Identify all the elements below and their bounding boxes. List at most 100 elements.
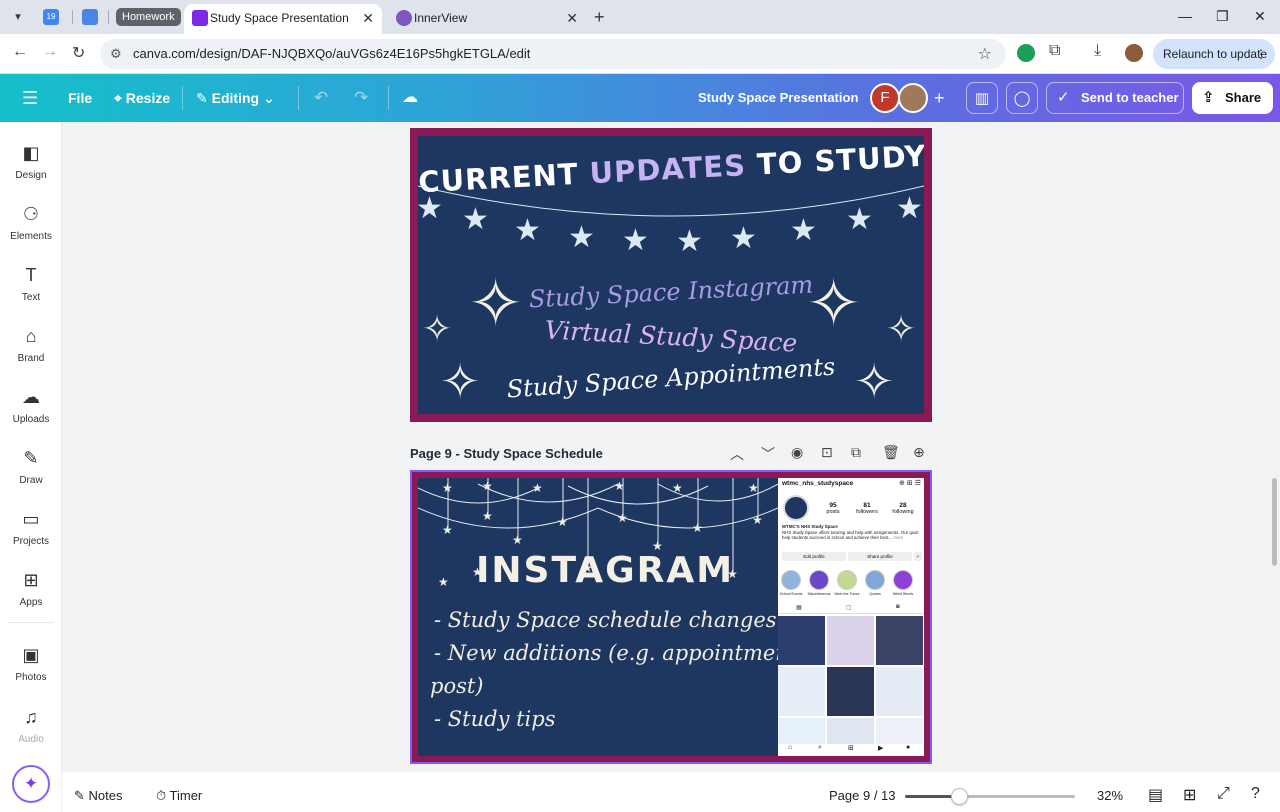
tab-study-space-presentation[interactable]: Study Space Presentation - Pres ✕	[184, 4, 382, 34]
calendar-favicon-icon[interactable]: 19	[43, 9, 59, 25]
sidebar-item-label: Uploads	[12, 414, 50, 425]
header-divider	[388, 86, 389, 110]
comments-icon[interactable]: ◯	[1006, 82, 1038, 114]
pencil-icon: ✎	[196, 90, 212, 106]
relaunch-label: Relaunch to update	[1163, 47, 1268, 61]
magic-sparkle-button[interactable]: ✦	[12, 765, 50, 803]
highlight-label: Wield Words	[892, 592, 914, 596]
page-indicator[interactable]: Page 9 / 13	[829, 788, 896, 803]
grammarly-extension-icon[interactable]	[1017, 44, 1035, 62]
sidebar-item-projects[interactable]: ▭ Projects	[0, 508, 62, 547]
uploads-icon: ☁	[22, 387, 40, 407]
canva-sidebar: ◧ Design ⚆ Elements T Text ⌂ Brand ☁ Uploads …	[0, 122, 62, 812]
site-info-icon[interactable]: ⚙	[110, 46, 122, 62]
svg-text:★: ★	[896, 191, 923, 226]
sidebar-item-elements[interactable]: ⚆ Elements	[0, 203, 62, 242]
tab-search-chevron-icon[interactable]: ▾	[8, 6, 28, 26]
editing-mode-button[interactable]: ✎ Editing ⌄	[196, 74, 275, 122]
zoom-slider[interactable]	[905, 788, 1075, 805]
page-title[interactable]: Page 9 - Study Space Schedule	[410, 446, 603, 461]
more-vertical-icon[interactable]: ⋮	[1255, 39, 1267, 69]
sidebar-item-label: Elements	[10, 231, 52, 242]
lock-page-icon[interactable]: ⊡	[821, 444, 833, 461]
forward-icon[interactable]: →	[42, 43, 58, 61]
user-avatar[interactable]	[898, 83, 928, 113]
bookmark-star-icon[interactable]: ☆	[978, 44, 992, 64]
tab-group-homework[interactable]: Homework	[116, 8, 181, 26]
add-page-icon[interactable]: ⊕	[913, 444, 925, 461]
sidebar-item-brand[interactable]: ⌂ Brand	[0, 325, 62, 364]
instagram-stat: 28 following	[888, 502, 918, 515]
presentation-title[interactable]: Study Space Presentation	[698, 74, 858, 122]
duplicate-page-icon[interactable]: ⧉	[851, 444, 861, 461]
new-tab-icon[interactable]: +	[594, 8, 605, 26]
back-icon[interactable]: ←	[12, 43, 28, 61]
sidebar-item-uploads[interactable]: ☁ Uploads	[0, 386, 62, 425]
vertical-scrollbar[interactable]	[1272, 478, 1277, 566]
instagram-stat: 95 posts	[818, 502, 848, 515]
send-to-teacher-button[interactable]: ✓ Send to teacher	[1046, 82, 1184, 114]
timer-button[interactable]: ⏱ Timer	[156, 788, 202, 804]
cloud-saved-icon[interactable]: ☁	[402, 74, 418, 122]
notes-label: Notes	[88, 788, 123, 803]
address-bar[interactable]: ⚙ canva.com/design/DAF-NJQBXQo/auVGs6z4E…	[100, 39, 1006, 69]
add-collaborator-icon[interactable]: +	[934, 74, 945, 122]
resize-button[interactable]: ⌖ Resize	[114, 74, 170, 122]
tab-innerview[interactable]: InnerView ✕	[388, 4, 586, 34]
move-page-down-icon[interactable]: ﹀	[761, 444, 775, 464]
header-divider	[298, 86, 299, 110]
share-button[interactable]: ⇪ Share	[1192, 82, 1273, 114]
fullscreen-icon[interactable]: ⤢	[1217, 785, 1230, 803]
help-icon[interactable]: ?	[1251, 785, 1260, 803]
undo-icon[interactable]: ↶	[314, 74, 328, 122]
main-menu-icon[interactable]: ☰	[22, 74, 38, 122]
page-header-bar: Page 9 - Study Space Schedule ︿ ﹀ ◉ ⊡ ⧉ …	[410, 440, 932, 468]
minimize-icon[interactable]: —	[1178, 8, 1192, 24]
move-page-up-icon[interactable]: ︿	[730, 444, 744, 464]
sidebar-item-draw[interactable]: ✎ Draw	[0, 447, 62, 486]
sidebar-item-label: Brand	[17, 353, 45, 364]
story-highlight	[781, 570, 801, 590]
brand-icon: ⌂	[25, 326, 37, 346]
canva-header: ☰ File ⌖ Resize ✎ Editing ⌄ ↶ ↷ ☁ Study …	[0, 74, 1280, 122]
hide-page-icon[interactable]: ◉	[791, 444, 803, 461]
analytics-icon[interactable]: ▥	[966, 82, 998, 114]
grid-view-icon[interactable]: ▤	[1148, 785, 1163, 805]
tab-title: InnerView	[414, 11, 468, 25]
share-profile-button: Share profile	[848, 552, 912, 561]
file-menu[interactable]: File	[68, 74, 92, 122]
docs-favicon-icon[interactable]	[82, 9, 98, 25]
zoom-slider-handle[interactable]	[951, 788, 968, 805]
relaunch-button[interactable]: Relaunch to update ⋮	[1153, 39, 1275, 69]
close-tab-icon[interactable]: ✕	[362, 4, 374, 32]
svg-text:★: ★	[730, 221, 757, 256]
audio-icon: ♫	[24, 707, 38, 727]
sidebar-item-text[interactable]: T Text	[0, 264, 62, 303]
collaborator-avatar[interactable]: F	[870, 83, 900, 113]
download-icon[interactable]: ⤓	[1094, 42, 1101, 60]
elements-icon: ⚆	[22, 204, 40, 224]
sidebar-item-photos[interactable]: ▣ Photos	[0, 644, 62, 683]
sidebar-item-apps[interactable]: ⊞ Apps	[0, 569, 62, 608]
slide-instagram[interactable]: ★ ★ ★ ★ ★ ★ ★ ★ ★ ★ ★ ★ ★ ★ ★ ★ ★ ★ INSTAGRAM - Study S…	[410, 470, 932, 764]
sidebar-item-audio[interactable]: ♫ Audio	[0, 706, 62, 745]
draw-icon: ✎	[23, 448, 39, 468]
thumbnails-icon[interactable]: ⊞	[1183, 785, 1196, 805]
redo-icon[interactable]: ↷	[354, 74, 368, 122]
story-highlight	[837, 570, 857, 590]
svg-text:★: ★	[438, 575, 449, 589]
extensions-puzzle-icon[interactable]: ⧉	[1049, 42, 1060, 60]
browser-toolbar: ← → ↻ ⚙ canva.com/design/DAF-NJQBXQo/auV…	[0, 34, 1280, 74]
sidebar-item-label: Design	[15, 170, 47, 181]
delete-page-icon[interactable]: 🗑	[882, 444, 900, 461]
maximize-icon[interactable]: ❐	[1216, 8, 1229, 25]
close-window-icon[interactable]: ✕	[1254, 8, 1266, 25]
reload-icon[interactable]: ↻	[72, 43, 85, 63]
slide-current-updates[interactable]: CURRENT UPDATES TO STUDY SPACE ★★★★★★★★★…	[410, 128, 932, 422]
notes-button[interactable]: ✎ Notes	[74, 788, 122, 804]
sidebar-item-design[interactable]: ◧ Design	[0, 142, 62, 181]
svg-text:★: ★	[692, 521, 703, 535]
profile-avatar[interactable]	[1125, 44, 1143, 62]
zoom-percentage[interactable]: 32%	[1097, 788, 1123, 803]
close-tab-icon[interactable]: ✕	[566, 4, 578, 32]
